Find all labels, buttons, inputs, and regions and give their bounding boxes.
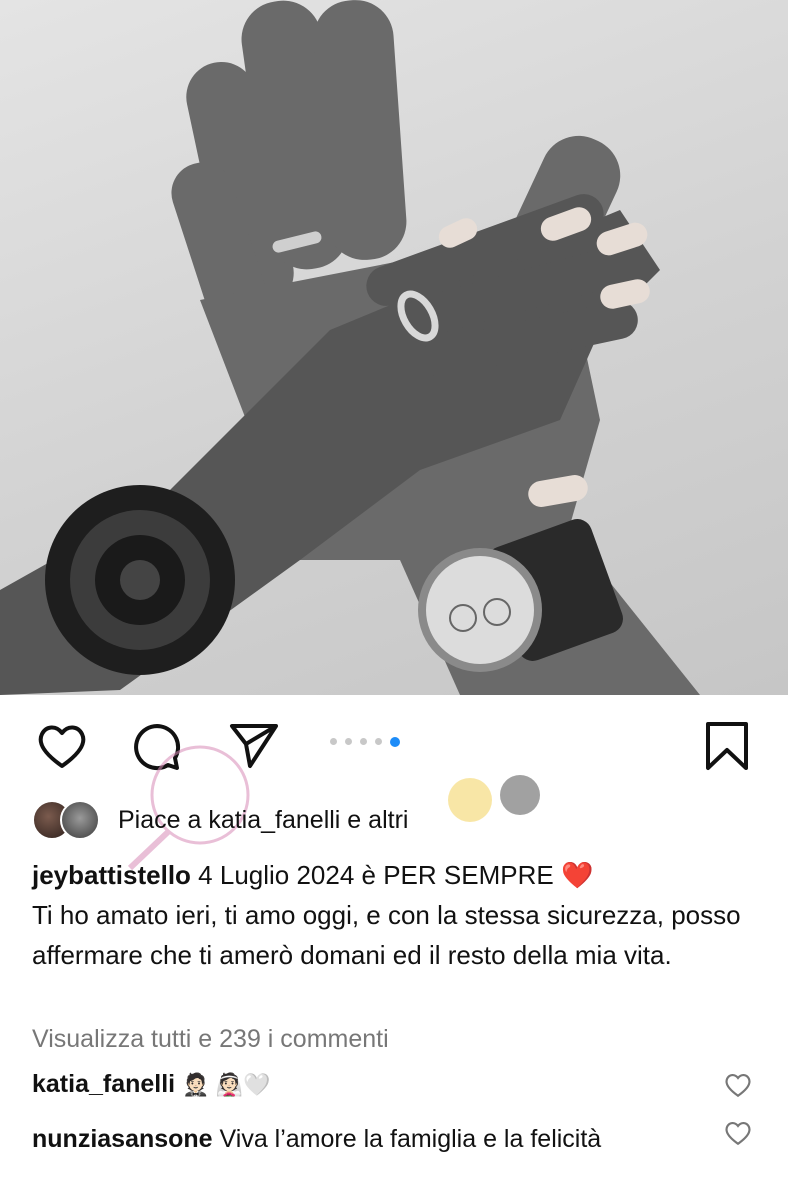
heart-outline-icon xyxy=(38,725,86,768)
heart-outline-icon xyxy=(725,1121,751,1146)
hands-illustration xyxy=(0,0,700,695)
caption-title: 4 Luglio 2024 è PER SEMPRE xyxy=(198,860,554,890)
post-photo[interactable] xyxy=(0,0,788,695)
comment-like-button[interactable] xyxy=(724,1072,752,1103)
carousel-dot xyxy=(330,738,337,745)
carousel-dot xyxy=(345,738,352,745)
post-caption: jeybattistello 4 Luglio 2024 è PER SEMPR… xyxy=(32,855,752,975)
carousel-indicator xyxy=(330,737,400,747)
bookmark-icon xyxy=(706,722,748,770)
comment-button[interactable] xyxy=(130,720,182,777)
avatar xyxy=(60,800,100,840)
carousel-dot xyxy=(375,738,382,745)
view-all-comments-link[interactable]: Visualizza tutti e 239 i commenti xyxy=(32,1025,389,1054)
heart-outline-icon xyxy=(725,1073,751,1098)
comment-text: Viva l’amore la famiglia e la felicità xyxy=(219,1125,602,1153)
save-button[interactable] xyxy=(704,720,750,777)
red-heart-emoji: ❤️ xyxy=(560,860,594,890)
carousel-dot xyxy=(360,738,367,745)
comment-bubble-icon xyxy=(134,724,181,771)
likes-text: Piace a katia_fanelli e altri xyxy=(118,805,409,834)
caption-body: Ti ho amato ieri, ti amo oggi, e con la … xyxy=(32,900,741,970)
like-button[interactable] xyxy=(36,722,88,775)
carousel-dot-active xyxy=(390,737,400,747)
likes-row[interactable]: Piace a katia_fanelli e altri xyxy=(32,800,408,840)
share-button[interactable] xyxy=(228,720,280,777)
comment-text: 🤵🏻 👰🏻🤍 xyxy=(182,1072,271,1097)
comment-row: katia_fanelli 🤵🏻 👰🏻🤍 xyxy=(32,1065,712,1104)
caption-username[interactable]: jeybattistello xyxy=(32,860,191,890)
comment-like-button[interactable] xyxy=(724,1120,752,1151)
comment-username[interactable]: katia_fanelli xyxy=(32,1070,175,1098)
paper-plane-icon xyxy=(230,724,278,768)
comment-username[interactable]: nunziasansone xyxy=(32,1125,213,1153)
comment-row: nunziasansone Viva l’amore la famiglia e… xyxy=(32,1120,712,1158)
